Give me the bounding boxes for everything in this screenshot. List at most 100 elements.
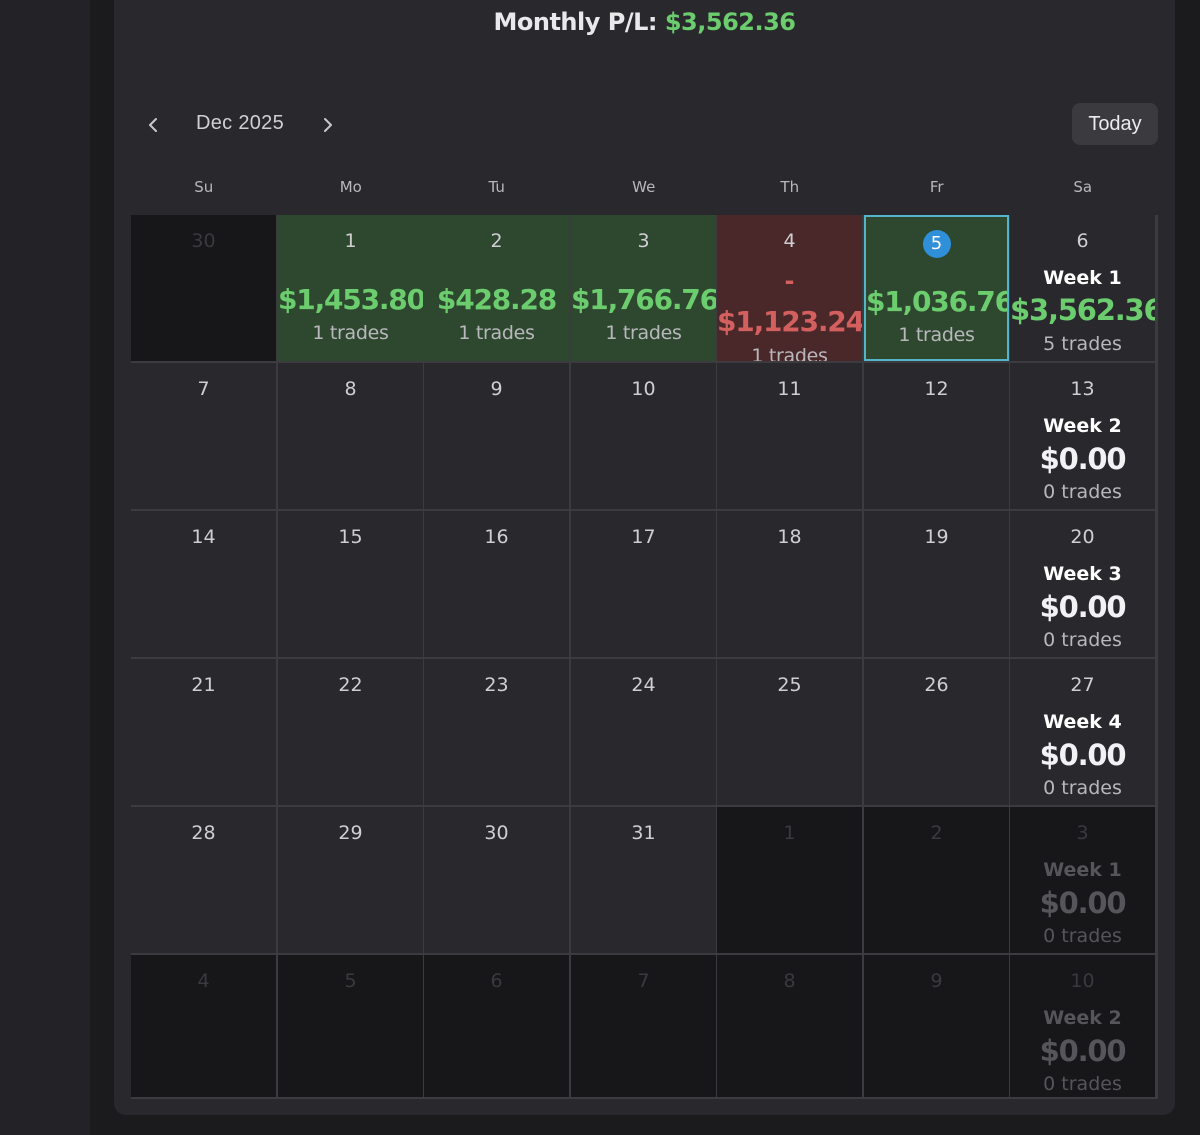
day-cell[interactable]: 2 [864, 807, 1009, 953]
calendar-grid: 30 1 $1,453.80 1 trades 2 $428.28 1 trades 3 $1,… [131, 215, 1158, 1099]
week-pl-value: $0.00 [1039, 886, 1127, 920]
sidebar [0, 0, 90, 1135]
day-number: 8 [344, 378, 357, 400]
day-number: 1 [783, 822, 796, 844]
day-pl-value: $428.28 [436, 283, 557, 316]
day-cell[interactable]: 31 [571, 807, 716, 953]
week-label: Week 1 [1043, 267, 1122, 289]
day-cell[interactable]: 24 [571, 659, 716, 805]
day-cell[interactable]: 9 [424, 363, 569, 509]
day-cell[interactable]: 3 $1,766.76 1 trades [571, 215, 716, 361]
day-cell[interactable]: 30 [424, 807, 569, 953]
day-number: 8 [783, 970, 796, 992]
day-number: 24 [631, 674, 656, 696]
week-summary-cell[interactable]: 3 Week 1 $0.00 0 trades [1010, 807, 1155, 953]
day-number: 31 [631, 822, 656, 844]
day-number: 30 [484, 822, 509, 844]
day-cell[interactable]: 5 [278, 955, 423, 1097]
day-cell[interactable]: 23 [424, 659, 569, 805]
day-cell[interactable]: 15 [278, 511, 423, 657]
today-button[interactable]: Today [1072, 103, 1158, 145]
day-number: 17 [631, 526, 656, 548]
week-label: Week 2 [1043, 1007, 1122, 1029]
week-trade-count: 5 trades [1043, 333, 1122, 355]
chevron-left-icon [149, 118, 157, 132]
day-cell[interactable]: 22 [278, 659, 423, 805]
next-month-button[interactable] [316, 111, 340, 139]
week-pl-value: $0.00 [1039, 1034, 1127, 1068]
day-number: 5 [344, 970, 357, 992]
day-trade-count: 1 trades [898, 324, 975, 346]
day-number: 3 [1076, 822, 1089, 844]
day-number: 1 [344, 230, 357, 252]
day-number: 19 [924, 526, 949, 548]
day-cell[interactable]: 6 [424, 955, 569, 1097]
day-cell[interactable]: 26 [864, 659, 1009, 805]
day-cell[interactable]: 8 [717, 955, 862, 1097]
day-cell[interactable]: 19 [864, 511, 1009, 657]
week-summary-cell[interactable]: 27 Week 4 $0.00 0 trades [1010, 659, 1155, 805]
week-pl-value: $0.00 [1039, 738, 1127, 772]
day-cell[interactable]: 1 $1,453.80 1 trades [278, 215, 423, 361]
prev-month-button[interactable] [141, 111, 165, 139]
day-pl-value: $1,036.76 [866, 285, 1009, 318]
today-day-number: 5 [922, 230, 951, 258]
day-number: 23 [484, 674, 509, 696]
today-badge: 5 [866, 230, 1007, 258]
day-cell[interactable]: 7 [571, 955, 716, 1097]
day-cell[interactable]: 10 [571, 363, 716, 509]
week-pl-value: $0.00 [1039, 442, 1127, 476]
day-cell[interactable]: 30 [131, 215, 276, 361]
day-cell[interactable]: 7 [131, 363, 276, 509]
week-summary-cell[interactable]: 20 Week 3 $0.00 0 trades [1010, 511, 1155, 657]
day-number: 14 [191, 526, 216, 548]
day-trade-count: 1 trades [458, 322, 535, 344]
day-number: 4 [197, 970, 210, 992]
week-label: Week 2 [1043, 415, 1122, 437]
day-cell[interactable]: 18 [717, 511, 862, 657]
day-pl-value: $1,123.24 [717, 305, 862, 338]
day-cell[interactable]: 8 [278, 363, 423, 509]
day-cell[interactable]: 11 [717, 363, 862, 509]
weekday-mo: Mo [339, 178, 362, 196]
day-cell[interactable]: 4 - $1,123.24 1 trades [717, 215, 862, 361]
monthly-pl-value: $3,562.36 [664, 8, 796, 36]
weekday-fr: Fr [929, 178, 944, 196]
day-number: 7 [637, 970, 650, 992]
day-number: 7 [197, 378, 210, 400]
day-number: 2 [930, 822, 943, 844]
week-pl-value: $3,562.36 [1010, 293, 1155, 327]
day-cell[interactable]: 28 [131, 807, 276, 953]
day-number: 29 [338, 822, 363, 844]
monthly-pl-label: Monthly P/L: [493, 8, 658, 36]
day-number: 25 [777, 674, 802, 696]
week-trade-count: 0 trades [1043, 481, 1122, 503]
week-trade-count: 0 trades [1043, 777, 1122, 799]
day-cell[interactable]: 12 [864, 363, 1009, 509]
day-cell[interactable]: 5 $1,036.76 1 trades [864, 215, 1009, 361]
day-cell[interactable]: 16 [424, 511, 569, 657]
week-pl-value: $0.00 [1039, 590, 1127, 624]
loss-sign: - [784, 267, 795, 295]
day-cell[interactable]: 29 [278, 807, 423, 953]
day-number: 21 [191, 674, 216, 696]
day-cell[interactable]: 14 [131, 511, 276, 657]
weekday-th: Th [780, 178, 800, 196]
week-trade-count: 0 trades [1043, 629, 1122, 651]
day-cell[interactable]: 21 [131, 659, 276, 805]
week-summary-cell[interactable]: 13 Week 2 $0.00 0 trades [1010, 363, 1155, 509]
week-label: Week 1 [1043, 859, 1122, 881]
week-trade-count: 0 trades [1043, 925, 1122, 947]
day-number: 10 [631, 378, 656, 400]
day-cell[interactable]: 17 [571, 511, 716, 657]
week-summary-cell[interactable]: 10 Week 2 $0.00 0 trades [1010, 955, 1155, 1097]
week-summary-cell[interactable]: 6 Week 1 $3,562.36 5 trades [1010, 215, 1155, 361]
day-cell[interactable]: 9 [864, 955, 1009, 1097]
day-cell[interactable]: 4 [131, 955, 276, 1097]
day-trade-count: 1 trades [605, 322, 682, 344]
day-number: 16 [484, 526, 509, 548]
day-cell[interactable]: 1 [717, 807, 862, 953]
day-cell[interactable]: 25 [717, 659, 862, 805]
day-number: 6 [490, 970, 503, 992]
day-cell[interactable]: 2 $428.28 1 trades [424, 215, 569, 361]
